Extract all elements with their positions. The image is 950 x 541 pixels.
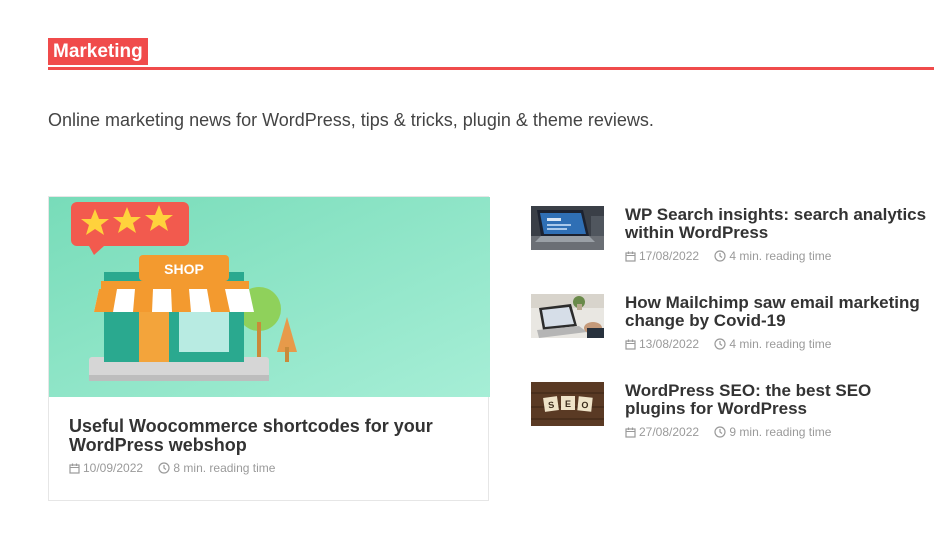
clock-icon xyxy=(714,426,727,438)
post-reading-time: 9 min. reading time xyxy=(714,425,831,439)
post-date-text: 10/09/2022 xyxy=(83,461,144,475)
post-reading-time: 4 min. reading time xyxy=(714,337,831,351)
post-reading-time-text: 8 min. reading time xyxy=(173,461,276,475)
post-date: 13/08/2022 xyxy=(625,337,702,351)
side-post-3-thumbnail[interactable]: S E O xyxy=(531,382,604,426)
side-post-1-thumbnail[interactable] xyxy=(531,206,604,250)
side-post-2-thumbnail[interactable] xyxy=(531,294,604,338)
svg-text:E: E xyxy=(565,399,571,409)
svg-text:SHOP: SHOP xyxy=(164,261,204,277)
side-post-1-meta: 17/08/2022 4 min. reading time xyxy=(625,249,843,263)
section-label[interactable]: Marketing xyxy=(48,38,148,65)
featured-post-title[interactable]: Useful Woocommerce shortcodes for your W… xyxy=(69,417,469,455)
post-date-text: 13/08/2022 xyxy=(639,337,700,351)
side-post-1[interactable]: WP Search insights: search analytics wit… xyxy=(531,206,931,270)
calendar-icon xyxy=(69,463,80,474)
post-date-text: 27/08/2022 xyxy=(639,425,700,439)
calendar-icon xyxy=(625,427,636,438)
calendar-icon xyxy=(625,251,636,262)
side-post-3[interactable]: S E O WordPress SEO: the best SEO plugin… xyxy=(531,382,931,446)
featured-post-image[interactable]: SHOP xyxy=(49,197,490,397)
featured-post-card[interactable]: SHOP Useful Woocommerce shortcodes for y… xyxy=(48,196,490,501)
section-header: Marketing xyxy=(48,38,934,70)
featured-post-meta: 10/09/2022 8 min. reading time xyxy=(69,461,287,475)
calendar-icon xyxy=(625,339,636,350)
clock-icon xyxy=(158,462,171,474)
side-post-2-title[interactable]: How Mailchimp saw email marketing change… xyxy=(625,294,930,330)
side-post-2[interactable]: How Mailchimp saw email marketing change… xyxy=(531,294,931,358)
marketing-section: Marketing Online marketing news for Word… xyxy=(0,0,950,541)
side-post-2-meta: 13/08/2022 4 min. reading time xyxy=(625,337,843,351)
side-post-3-meta: 27/08/2022 9 min. reading time xyxy=(625,425,843,439)
post-reading-time: 8 min. reading time xyxy=(158,461,275,475)
section-description: Online marketing news for WordPress, tip… xyxy=(48,110,654,130)
side-post-1-title[interactable]: WP Search insights: search analytics wit… xyxy=(625,206,930,242)
svg-text:O: O xyxy=(581,400,589,411)
post-reading-time-text: 4 min. reading time xyxy=(729,249,832,263)
post-reading-time: 4 min. reading time xyxy=(714,249,831,263)
clock-icon xyxy=(714,250,727,262)
clock-icon xyxy=(714,338,727,350)
post-reading-time-text: 9 min. reading time xyxy=(729,425,832,439)
post-reading-time-text: 4 min. reading time xyxy=(729,337,832,351)
side-post-3-title[interactable]: WordPress SEO: the best SEO plugins for … xyxy=(625,382,930,418)
post-date: 27/08/2022 xyxy=(625,425,702,439)
post-date: 17/08/2022 xyxy=(625,249,702,263)
post-date-text: 17/08/2022 xyxy=(639,249,700,263)
post-date: 10/09/2022 xyxy=(69,461,146,475)
